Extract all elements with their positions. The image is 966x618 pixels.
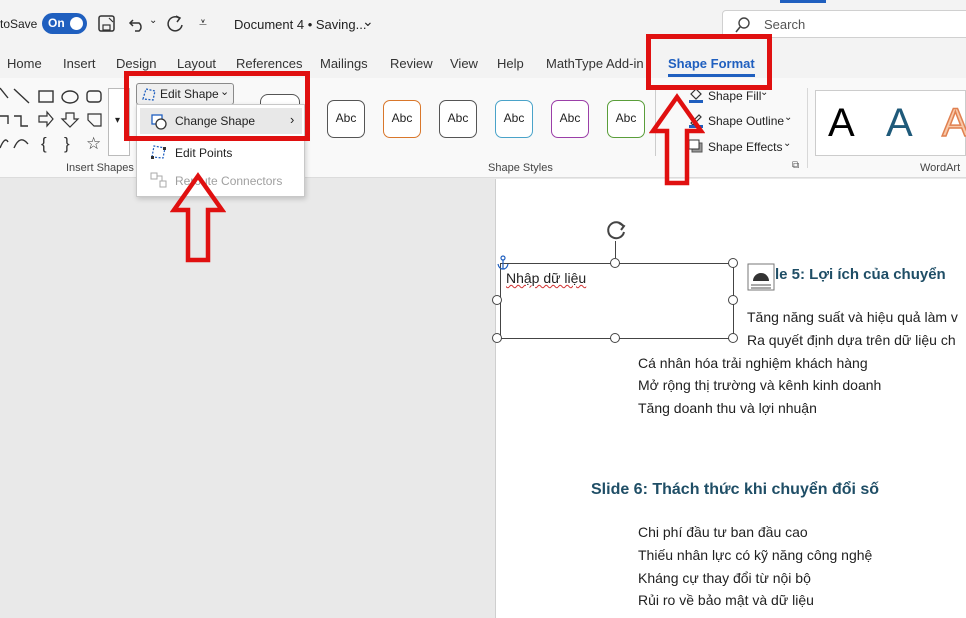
tab-references[interactable]: References (236, 56, 302, 71)
resize-handle-bottom[interactable] (610, 333, 620, 343)
search-placeholder: Search (764, 17, 806, 32)
slide5-line-3: Cá nhân hóa trải nghiệm khách hàng (638, 355, 868, 371)
style-preset-3[interactable]: Abc (439, 100, 477, 138)
resize-handle-top-right[interactable] (728, 258, 738, 268)
style-preset-3-text: Abc (447, 111, 469, 125)
shapes-gallery[interactable]: { } ☆ (0, 86, 110, 156)
style-preset-1[interactable]: Abc (327, 100, 365, 138)
style-preset-6[interactable]: Abc (607, 100, 645, 138)
shape-fill-label: Shape Fill (708, 89, 762, 103)
menu-item-edit-points[interactable]: Edit Points (140, 141, 302, 165)
shape-outline-chevron-icon: ⌄ (784, 112, 793, 123)
undo-dropdown-icon[interactable]: ⌄ (149, 15, 157, 26)
rotate-handle-icon[interactable] (604, 217, 630, 243)
slide5-heading: le 5: Lợi ích của chuyển (775, 266, 946, 283)
slide5-line-1: Tăng năng suất và hiệu quả làm v (747, 309, 958, 325)
resize-handle-right[interactable] (728, 295, 738, 305)
shape-effects-chevron-icon: ⌄ (783, 138, 792, 149)
slide5-line-4: Mở rộng thị trường và kênh kinh doanh (638, 377, 882, 393)
title-chevron-down-icon[interactable]: ⌄ (362, 13, 374, 30)
wordart-sample-orange[interactable]: A (941, 100, 966, 146)
document-page[interactable]: Nhập dữ liệu le 5: Lợi ích của chuyển Tă… (492, 179, 966, 618)
autosave-toggle[interactable]: On (42, 13, 87, 34)
slide6-heading: Slide 6: Thách thức khi chuyển đổi số (591, 481, 880, 498)
wordart-gallery[interactable]: A A A (815, 90, 966, 156)
document-title[interactable]: Document 4 • Saving... (234, 17, 366, 32)
slide6-line-4: Rủi ro về bảo mật và dữ liệu (638, 592, 814, 608)
tab-mailings[interactable]: Mailings (320, 56, 368, 71)
annotation-box-edit-shape (124, 71, 310, 141)
annotation-up-arrow-tab-icon (649, 93, 705, 186)
wordart-sample-blue[interactable]: A (886, 101, 913, 146)
style-preset-2-text: Abc (391, 111, 413, 125)
textbox-text[interactable]: Nhập dữ liệu (506, 270, 586, 286)
tab-design[interactable]: Design (116, 56, 156, 71)
style-preset-6-text: Abc (615, 111, 637, 125)
customize-toolbar-icon[interactable]: ⩡ (199, 14, 207, 31)
slide6-line-1: Chi phí đầu tư ban đầu cao (638, 524, 808, 540)
style-preset-4-text: Abc (503, 111, 525, 125)
tab-home[interactable]: Home (7, 56, 42, 71)
tab-view[interactable]: View (450, 56, 478, 71)
slide6-line-2: Thiếu nhân lực có kỹ năng công nghệ (638, 547, 873, 563)
selected-textbox-shape[interactable]: Nhập dữ liệu (500, 263, 734, 339)
svg-text:☆: ☆ (86, 134, 101, 153)
group-divider (807, 88, 808, 168)
tab-review[interactable]: Review (390, 56, 433, 71)
wordart-group-label: WordArt (920, 162, 961, 174)
undo-icon[interactable] (127, 14, 147, 34)
search-icon (735, 17, 750, 33)
resize-handle-top[interactable] (610, 258, 620, 268)
shape-styles-launcher-icon[interactable]: ⧉ (792, 160, 799, 171)
accent-strip (780, 0, 826, 3)
save-icon[interactable] (97, 14, 117, 34)
svg-text:}: } (64, 134, 70, 153)
style-preset-5[interactable]: Abc (551, 100, 589, 138)
tab-mathtype[interactable]: MathType Add-in (546, 56, 644, 71)
layout-options-icon[interactable] (747, 263, 775, 291)
style-preset-4[interactable]: Abc (495, 100, 533, 138)
shape-outline-label: Shape Outline (708, 114, 785, 128)
wordart-sample-black[interactable]: A (828, 101, 855, 146)
autosave-label: toSave (0, 17, 38, 31)
edit-points-icon (151, 145, 166, 159)
style-preset-2[interactable]: Abc (383, 100, 421, 138)
svg-text:{: { (41, 134, 47, 153)
edit-points-label: Edit Points (175, 146, 233, 160)
slide6-line-3: Kháng cự thay đổi từ nội bộ (638, 570, 811, 586)
toggle-knob (70, 17, 83, 30)
insert-shapes-group-label: Insert Shapes (66, 162, 134, 174)
shape-styles-group-label: Shape Styles (488, 162, 553, 174)
tab-insert[interactable]: Insert (63, 56, 96, 71)
autosave-state: On (48, 16, 65, 30)
slide5-line-2: Ra quyết định dựa trên dữ liệu ch (747, 332, 956, 348)
rotate-handle-stem (615, 241, 616, 258)
title-bar: toSave On ⌄ ⩡ Document 4 • Saving... ⌄ S… (0, 0, 966, 48)
style-preset-1-text: Abc (335, 111, 357, 125)
annotation-box-shape-format (646, 34, 772, 90)
annotation-up-arrow-icon (170, 172, 226, 263)
style-preset-5-text: Abc (559, 111, 581, 125)
tab-layout[interactable]: Layout (177, 56, 216, 71)
gallery-more-icon: ▾ (115, 115, 121, 126)
tab-help[interactable]: Help (497, 56, 524, 71)
resize-handle-bottom-left[interactable] (492, 333, 502, 343)
shape-effects-label: Shape Effects (708, 140, 783, 154)
resize-handle-bottom-right[interactable] (728, 333, 738, 343)
redo-icon[interactable] (165, 13, 187, 35)
resize-handle-left[interactable] (492, 295, 502, 305)
anchor-icon (497, 255, 509, 270)
slide5-line-5: Tăng doanh thu và lợi nhuận (638, 400, 817, 416)
reroute-connectors-icon (150, 172, 167, 188)
